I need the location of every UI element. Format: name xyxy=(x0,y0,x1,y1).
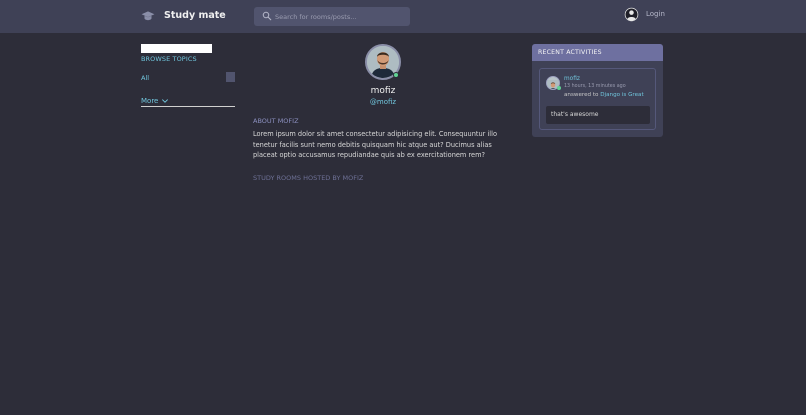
brand-name[interactable]: Study mate xyxy=(164,10,226,21)
topic-count-badge xyxy=(226,72,235,82)
activity-message: that's awesome xyxy=(551,111,599,118)
hosted-rooms-title: STUDY ROOMS HOSTED BY MOFIZ xyxy=(253,174,364,182)
sidebar-topic-search-box[interactable] xyxy=(141,44,212,53)
search-input[interactable] xyxy=(275,10,403,23)
about-section-title: ABOUT MOFIZ xyxy=(253,117,299,125)
sidebar-divider xyxy=(141,106,235,107)
search-bar[interactable] xyxy=(254,7,410,26)
top-navbar: Study mate Login xyxy=(0,0,806,33)
login-link[interactable]: Login xyxy=(646,10,665,18)
activity-action: answered to xyxy=(564,92,599,98)
sidebar-topic-all[interactable]: All xyxy=(141,74,149,82)
graduation-cap-icon[interactable] xyxy=(141,9,155,23)
recent-activities-panel: RECENT ACTIVITIES mofiz 13 hours, 13 min… xyxy=(532,44,663,137)
browse-topics-title: BROWSE TOPICS xyxy=(141,55,197,63)
activity-room-link[interactable]: Django is Great xyxy=(600,92,643,98)
user-avatar-icon[interactable] xyxy=(624,7,639,22)
activity-description: answered to Django is Great xyxy=(564,92,644,98)
recent-activities-title: RECENT ACTIVITIES xyxy=(538,49,602,56)
online-status-indicator xyxy=(393,72,399,78)
search-icon xyxy=(262,11,272,21)
activity-timestamp: 13 hours, 13 minutes ago xyxy=(564,84,626,89)
activity-online-indicator xyxy=(557,86,561,90)
activity-message-box: that's awesome xyxy=(546,106,650,124)
about-text: Lorem ipsum dolor sit amet consectetur a… xyxy=(253,130,497,159)
activity-item: mofiz 13 hours, 13 minutes ago answered … xyxy=(539,68,656,130)
activity-username[interactable]: mofiz xyxy=(564,76,580,82)
recent-activities-header: RECENT ACTIVITIES xyxy=(532,44,663,61)
